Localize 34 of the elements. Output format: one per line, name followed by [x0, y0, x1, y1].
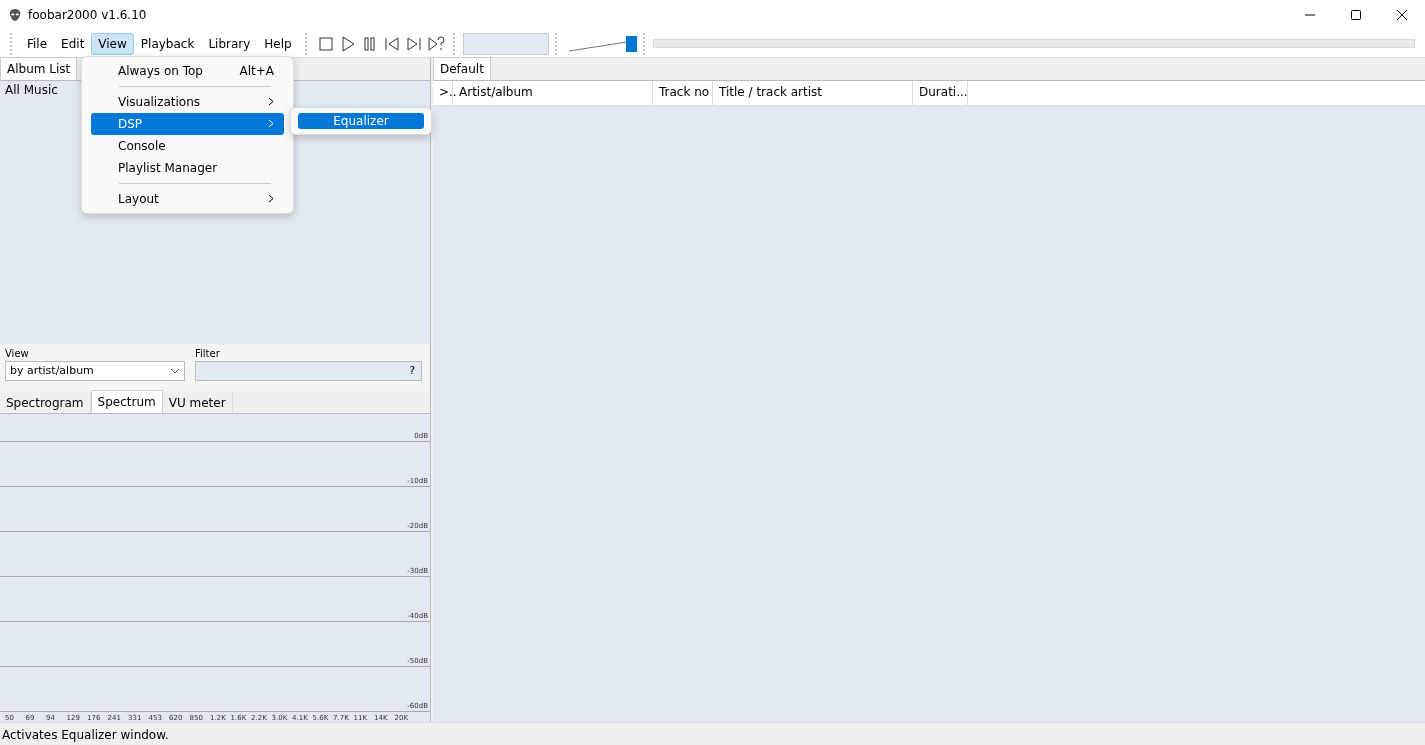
menu-item[interactable]: Always on Top Alt+A — [91, 60, 284, 82]
field-label: Filter — [195, 347, 221, 359]
view-dropdown[interactable]: by artist/album — [5, 360, 185, 381]
chevron-right-icon — [268, 119, 274, 128]
status-text: Activates Equalizer window. — [2, 727, 169, 742]
chevron-right-icon — [268, 194, 274, 203]
menu-item[interactable]: DSP — [91, 113, 284, 135]
menu-item[interactable]: Edit — [54, 32, 92, 55]
chevron-right-icon — [268, 97, 274, 106]
alien-head-icon — [8, 8, 22, 22]
menu-item[interactable]: Equalizer — [298, 113, 424, 129]
caret-icon — [170, 367, 180, 374]
column-header[interactable]: Durati... — [913, 81, 968, 105]
menu-item[interactable]: File — [20, 32, 55, 55]
maximize-icon — [1350, 9, 1362, 21]
column-header[interactable]: Track no — [653, 81, 713, 105]
column-header[interactable]: Title / track artist — [713, 81, 913, 105]
tab[interactable]: Default — [433, 57, 491, 80]
volume-thumb[interactable] — [625, 35, 637, 52]
menu-item[interactable]: Library — [201, 32, 258, 55]
close-icon — [1396, 9, 1408, 21]
menu-item[interactable]: Layout — [91, 188, 284, 210]
menu-item[interactable]: Console — [91, 135, 284, 157]
window-title: foobar2000 v1.6.10 — [28, 8, 147, 22]
field-label: View — [5, 347, 30, 359]
menu-item[interactable]: Help — [257, 32, 299, 55]
menu-item[interactable]: Playlist Manager — [91, 157, 284, 179]
filter-field[interactable]: ? — [195, 360, 422, 381]
tab[interactable]: Spectrum — [90, 390, 163, 413]
menu-item[interactable]: View — [91, 32, 134, 55]
menu-item[interactable]: Playback — [133, 32, 202, 55]
tab[interactable]: Album List — [0, 57, 78, 80]
menu-item[interactable]: Visualizations — [91, 91, 284, 113]
random-icon — [425, 33, 446, 54]
